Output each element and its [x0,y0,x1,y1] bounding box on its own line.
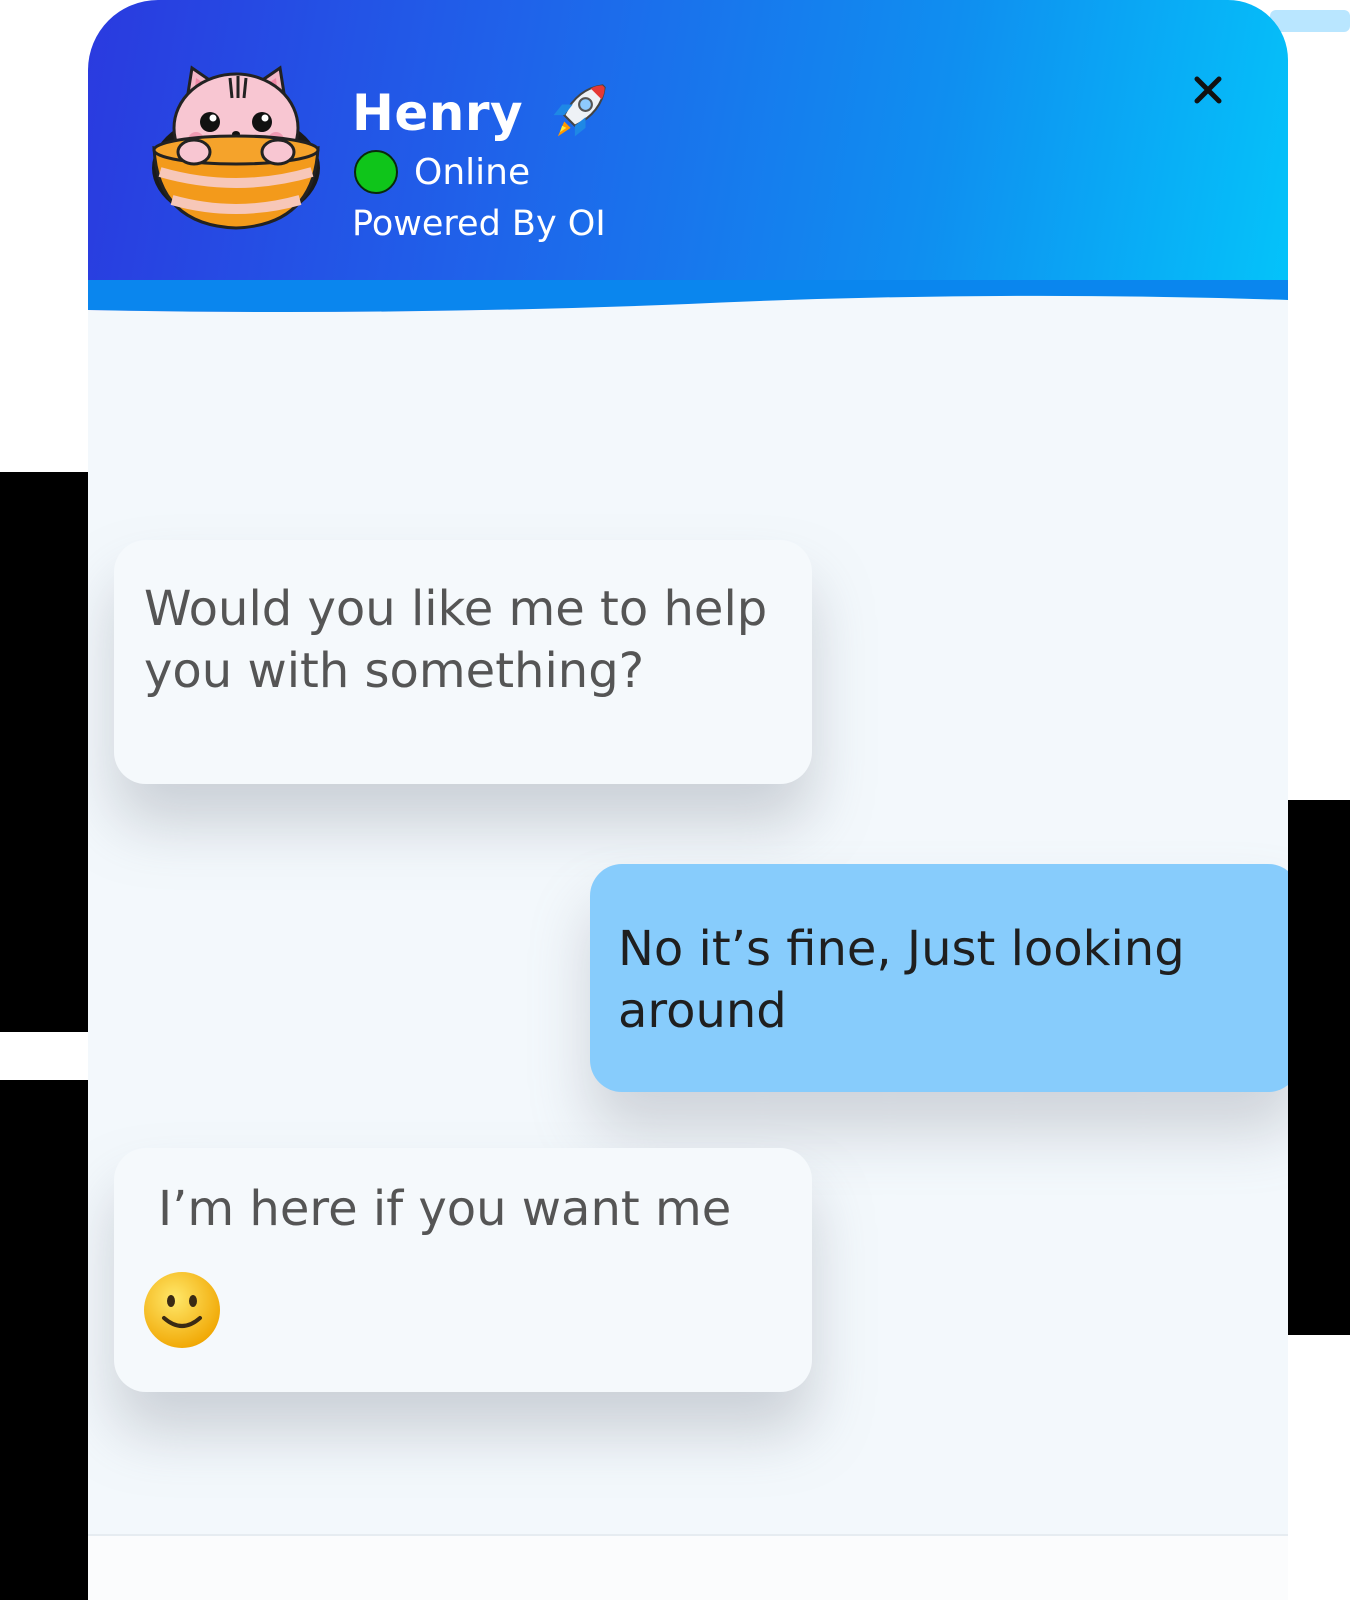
background-block [0,472,90,1032]
powered-by: Powered By OI [352,204,606,244]
chat-footer [88,1536,1288,1600]
message-text: I’m here if you want me [158,1181,732,1237]
message-text: Would you like me to help you with somet… [144,581,768,699]
online-status-icon [354,150,398,194]
title-row: Henry [352,78,611,148]
background-block [1286,800,1350,1335]
chat-widget: Henry Online Powered By OI Would you lik… [88,0,1288,1600]
rocket-icon [553,84,606,137]
bot-name: Henry [352,84,524,142]
bot-message: Would you like me to help you with somet… [114,540,812,784]
status-text: Online [414,151,531,193]
background-block [0,1080,90,1600]
status-row: Online [354,150,530,194]
screen: Henry Online Powered By OI Would you lik… [0,0,1350,1600]
header-wave [88,280,1288,340]
message-text: No it’s fine, Just looking around [618,921,1185,1039]
cat-avatar-icon [152,65,320,230]
smiley-emoji-icon [144,1272,220,1348]
close-icon [1194,76,1222,104]
close-button[interactable] [1186,68,1230,112]
bot-message: I’m here if you want me [114,1148,812,1392]
user-message: No it’s fine, Just looking around [590,864,1288,1092]
